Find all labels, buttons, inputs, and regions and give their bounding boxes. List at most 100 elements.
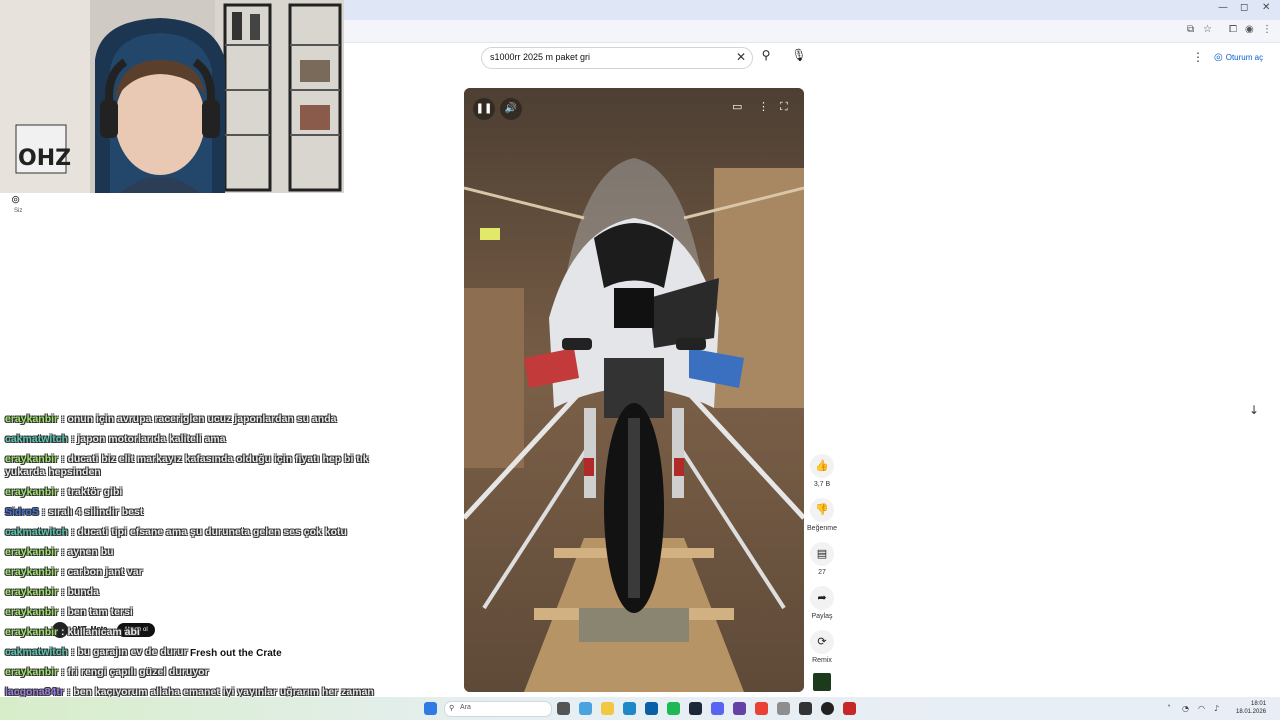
share-icon[interactable]: ➦ [810, 586, 834, 610]
search-query: s1000rr 2025 m paket gri [490, 52, 591, 62]
chat-message: eraykanbir : bunda [5, 586, 99, 598]
chat-text: aynen bu [67, 546, 114, 558]
chrome-icon[interactable] [755, 702, 768, 715]
edge-icon[interactable] [623, 702, 636, 715]
comments-action[interactable]: ▤ 27 [806, 542, 838, 576]
thumbs-up-icon[interactable]: 👍 [810, 454, 834, 478]
start-button[interactable] [424, 702, 437, 715]
taskbar-clock[interactable]: 18:01 18.01.2026 [1236, 700, 1266, 716]
chat-message: eraykanbir : ducati biz elit markayız ka… [5, 453, 369, 478]
chat-message: cakmatwitch : bu garajın ev de durur [5, 646, 188, 658]
user-icon[interactable]: ⊚ [11, 193, 20, 206]
chat-text: ducati tipi efsane ama şu duruneta gelen… [77, 526, 347, 538]
chat-username: cakmatwitch [5, 526, 69, 538]
chat-text: kullanıcam abi [67, 626, 140, 638]
like-action[interactable]: 👍 3,7 B [806, 454, 838, 488]
remix-action[interactable]: ⟳ Remix [806, 630, 838, 664]
chat-text: traktör gibi [67, 486, 123, 498]
more-options-icon[interactable]: ⋮ [1192, 50, 1204, 64]
steam-icon[interactable] [689, 702, 702, 715]
video-menu-icon[interactable]: ⋮ [758, 100, 769, 113]
chat-text: ben tam tersi [67, 606, 133, 618]
fullscreen-icon[interactable]: ⛶ [780, 100, 788, 114]
chat-username: eraykanbir [5, 666, 59, 678]
app-icon[interactable] [799, 702, 812, 715]
search-input[interactable]: s1000rr 2025 m paket gri ✕ [481, 47, 753, 69]
chat-message: eraykanbir : carbon jant var [5, 566, 143, 578]
chat-username: eraykanbir [5, 586, 59, 598]
dislike-label: Beğenme [807, 525, 837, 532]
chat-message: eraykanbir : onun için avrupa raceriglen… [5, 413, 337, 425]
obs-icon[interactable] [821, 702, 834, 715]
app-icon[interactable] [579, 702, 592, 715]
chat-message: eraykanbir : ben tam tersi [5, 606, 133, 618]
clock-date: 18.01.2026 [1236, 709, 1267, 715]
chat-message: cakmatwitch : japon motorlarıda kaliteli… [5, 433, 226, 445]
profile-icon[interactable]: ◉ [1245, 24, 1254, 35]
install-app-icon[interactable]: ⧉ [1187, 24, 1194, 35]
search-icon[interactable]: ⚲ [757, 48, 775, 66]
browser-menu-icon[interactable]: ⋮ [1262, 24, 1272, 35]
webcam-overlay: OHZ [0, 0, 344, 193]
clock-time: 18:01 [1251, 701, 1267, 707]
discord-icon[interactable] [711, 702, 724, 715]
sign-in-label: Oturum aç [1225, 52, 1264, 62]
taskbar-search[interactable]: ⚲ Ara [444, 701, 552, 717]
comment-icon[interactable]: ▤ [810, 542, 834, 566]
chat-text: japon motorlarıda kaliteli ama [77, 433, 226, 445]
share-action[interactable]: ➦ Paylaş [806, 586, 838, 620]
app-icon[interactable] [777, 702, 790, 715]
wifi-icon[interactable]: ◠ [1198, 704, 1205, 713]
chat-username: SidroS [5, 506, 39, 518]
chat-username: eraykanbir [5, 453, 59, 465]
minimize-button[interactable]: — [1218, 2, 1228, 13]
twitch-icon[interactable] [733, 702, 746, 715]
maximize-button[interactable]: ◻ [1240, 2, 1248, 13]
chat-username: eraykanbir [5, 626, 59, 638]
bookmark-icon[interactable]: ☆ [1203, 24, 1212, 35]
chat-message: eraykanbir : traktör gibi [5, 486, 123, 498]
captions-icon[interactable]: ▭ [732, 100, 742, 113]
file-explorer-icon[interactable] [601, 702, 614, 715]
extensions-icon[interactable]: ⧠ [1229, 24, 1237, 35]
volume-button[interactable]: 🔊 [500, 98, 522, 120]
chat-username: eraykanbir [5, 413, 59, 425]
speaker-icon[interactable]: ♪ [1214, 704, 1219, 713]
short-video-player[interactable]: ❚❚ 🔊 ▭ ⋮ ⛶ [464, 88, 804, 692]
clear-search-icon[interactable]: ✕ [736, 50, 746, 64]
dislike-action[interactable]: 👎 Beğenme [806, 498, 838, 532]
store-icon[interactable] [645, 702, 658, 715]
sound-thumbnail[interactable] [813, 673, 831, 691]
video-frame [464, 88, 804, 692]
sign-in-button[interactable]: ◎ Oturum aç [1214, 49, 1263, 65]
chat-message: SidroS : sıralı 4 silindir best [5, 506, 144, 518]
share-label: Paylaş [811, 613, 833, 620]
like-count: 3,7 B [813, 481, 831, 488]
microphone-icon[interactable]: 🎙 [790, 48, 808, 66]
chat-message: eraykanbir : fri rengi çapılı güzel duru… [5, 666, 209, 678]
chat-username: eraykanbir [5, 566, 59, 578]
chat-username: eraykanbir [5, 606, 59, 618]
next-video-icon[interactable]: ↓ [1245, 403, 1263, 421]
taskbar [0, 697, 1280, 720]
remix-icon[interactable]: ⟳ [810, 630, 834, 654]
chat-username: eraykanbir [5, 546, 59, 558]
chat-message: cakmatwitch : ducati tipi efsane ama şu … [5, 526, 347, 538]
remix-label: Remix [812, 657, 832, 664]
chat-text: bu garajın ev de durur [77, 646, 188, 658]
tray-chevron-icon[interactable]: ˄ [1167, 704, 1171, 713]
chat-username: eraykanbir [5, 486, 59, 498]
task-view-icon[interactable] [557, 702, 570, 715]
spotify-icon[interactable] [667, 702, 680, 715]
chat-text: bunda [67, 586, 99, 598]
pause-button[interactable]: ❚❚ [473, 98, 495, 120]
close-button[interactable]: ✕ [1262, 2, 1270, 13]
thumbs-down-icon[interactable]: 👎 [810, 498, 834, 522]
network-icon[interactable]: ◔ [1182, 704, 1189, 713]
chat-username: cakmatwitch [5, 433, 69, 445]
webcam-image: OHZ [0, 0, 344, 193]
app-icon[interactable] [843, 702, 856, 715]
chat-text: carbon jant var [67, 566, 143, 578]
taskbar-search-placeholder: Ara [460, 704, 471, 711]
svg-text:OHZ: OHZ [18, 146, 71, 171]
